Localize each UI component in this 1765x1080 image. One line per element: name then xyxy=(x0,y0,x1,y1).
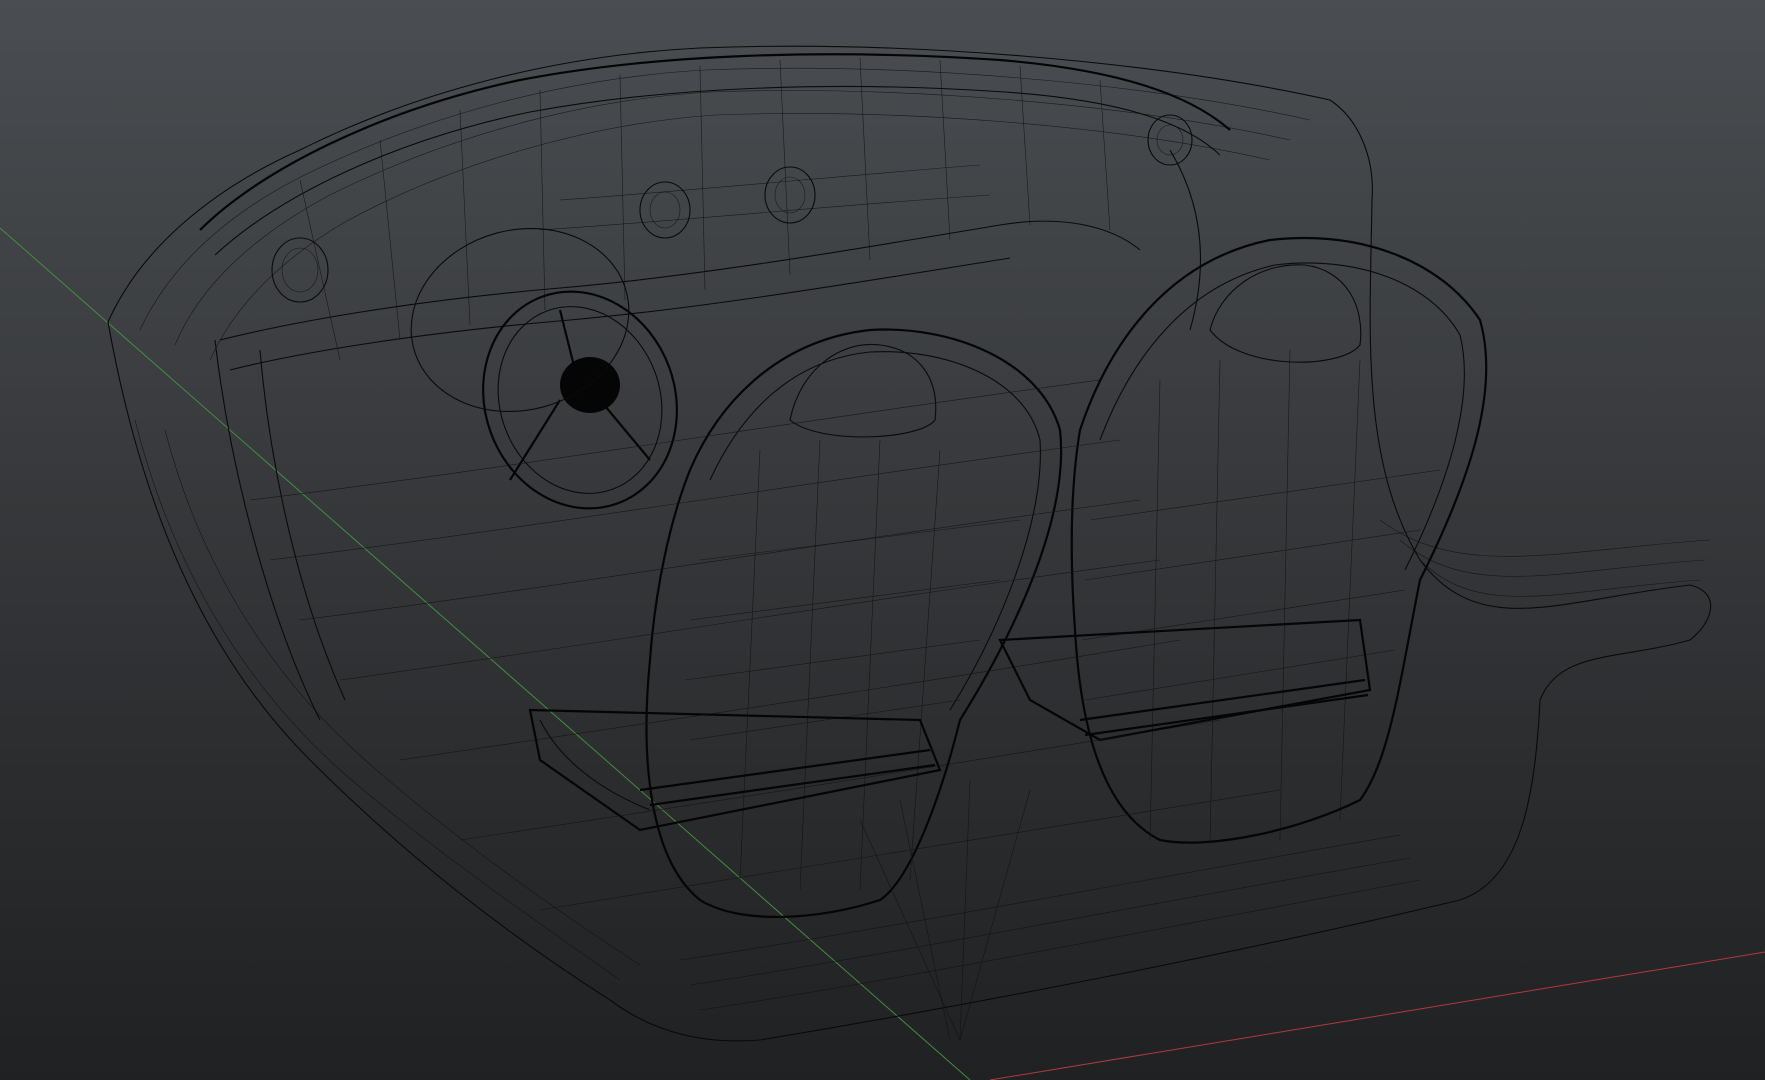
steering-wheel xyxy=(410,227,678,510)
axis-z-line xyxy=(0,227,971,1080)
mesh-grid-overlay xyxy=(249,379,1281,1041)
axis-x-line xyxy=(989,951,1765,1080)
dashboard xyxy=(199,53,1231,721)
air-vents xyxy=(271,114,1193,303)
floor-tub xyxy=(107,45,1712,1042)
3d-viewport[interactable] xyxy=(0,0,1765,1080)
passenger-seat xyxy=(998,237,1488,846)
wireframe-scene[interactable] xyxy=(0,0,1765,1080)
driver-seat xyxy=(528,328,1063,918)
